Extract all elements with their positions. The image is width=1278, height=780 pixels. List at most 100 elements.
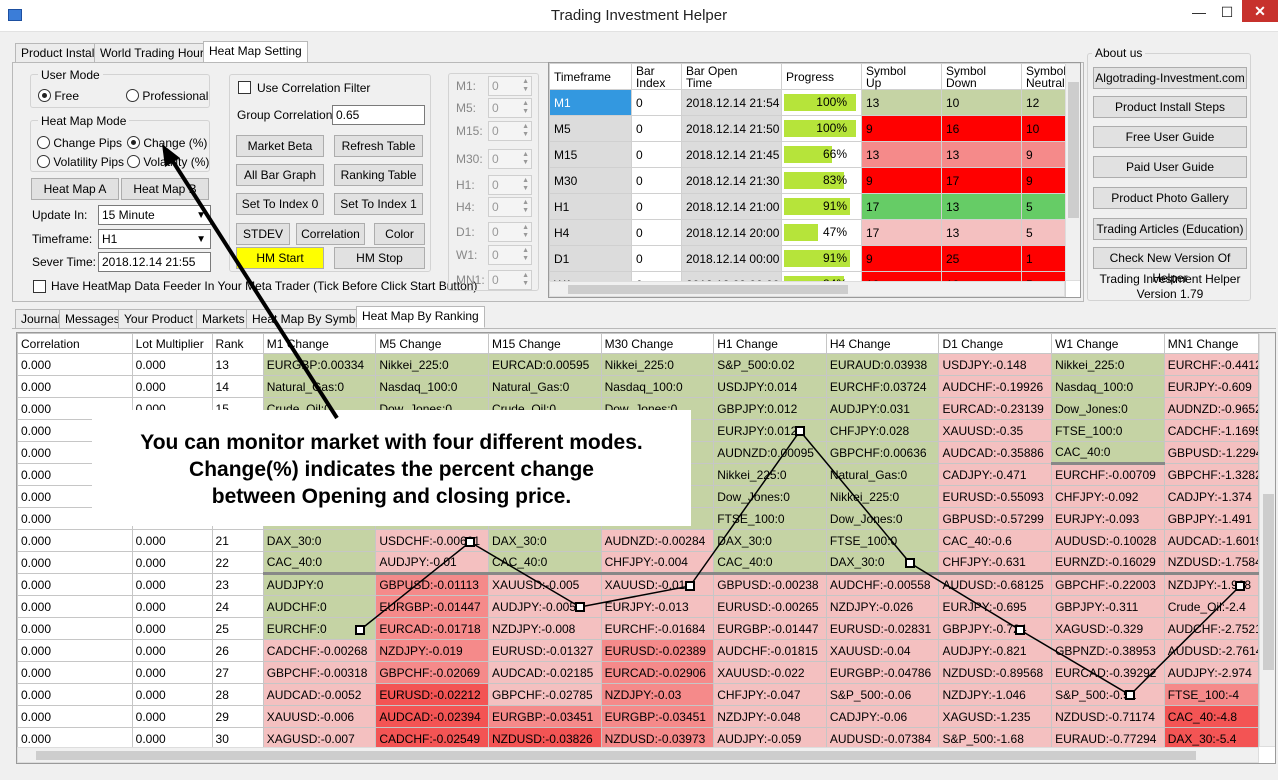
sever-time-field[interactable]: 2018.12.14 21:55 bbox=[98, 252, 211, 272]
bar-index-spinner[interactable]: 0 ▲ ▼ bbox=[488, 270, 532, 290]
set-index-1-button[interactable]: Set To Index 1 bbox=[334, 193, 423, 215]
hm-header-cell[interactable]: M5 Change bbox=[375, 333, 489, 354]
bottom-tab[interactable]: Your Product bbox=[118, 309, 199, 329]
hm-row[interactable]: 0.000 0.000 13 EURGBP:0.00334 Nikkei_225:0 EU… bbox=[17, 353, 1260, 376]
color-button[interactable]: Color bbox=[374, 223, 425, 245]
hm-row[interactable]: 0.000 0.000 27 GBPCHF:-0.00318 GBPCHF:-0.020… bbox=[17, 661, 1260, 684]
hm-row[interactable]: 0.000 0.000 24 AUDCHF:0 EURGBP:-0.01447 AUDJP… bbox=[17, 595, 1260, 618]
about-link-button[interactable]: Trading Articles (Education) bbox=[1093, 218, 1247, 240]
hm-row[interactable]: 0.000 0.000 23 AUDJPY:0 GBPUSD:-0.01113 XAUUS… bbox=[17, 573, 1260, 596]
tf-header-cell[interactable]: Bar Open Time bbox=[681, 63, 782, 90]
stdev-button[interactable]: STDEV bbox=[236, 223, 290, 245]
bottom-tab[interactable]: Messages bbox=[59, 309, 126, 329]
volatility-pct-radio[interactable]: Volatility (%) bbox=[127, 155, 209, 169]
about-link-button[interactable]: Algotrading-Investment.com bbox=[1093, 67, 1247, 89]
maximize-button[interactable]: ☐ bbox=[1213, 0, 1241, 25]
bar-index-spinner[interactable]: 0 ▲ ▼ bbox=[488, 98, 532, 118]
hm-start-button[interactable]: HM Start bbox=[236, 247, 324, 269]
bar-index-spinner[interactable]: 0 ▲ ▼ bbox=[488, 222, 532, 242]
hm-row[interactable]: 0.000 0.000 22 CAC_40:0 AUDJPY:-0.01 CAC_40:0… bbox=[17, 551, 1260, 575]
use-correlation-checkbox[interactable] bbox=[238, 81, 251, 94]
scrollbar-thumb[interactable] bbox=[568, 285, 848, 294]
bar-index-spinner[interactable]: 0 ▲ ▼ bbox=[488, 149, 532, 169]
hm-header-cell[interactable]: M1 Change bbox=[262, 333, 377, 354]
tf-row[interactable]: M5 0 2018.12.14 21:50 100% 9 16 10 bbox=[549, 115, 1066, 142]
about-link-button[interactable]: Check New Version Of Helper bbox=[1093, 247, 1247, 285]
tf-header-cell[interactable]: Symbol Neutral bbox=[1021, 63, 1066, 90]
volatility-pips-radio[interactable]: Volatility Pips bbox=[37, 155, 124, 169]
scrollbar-thumb[interactable] bbox=[1068, 82, 1079, 218]
tf-row[interactable]: D1 0 2018.12.14 00:00 91% 9 25 1 bbox=[549, 245, 1066, 272]
hm-header-cell[interactable]: Lot Multiplier bbox=[131, 333, 213, 354]
hm-cell-change: AUDCAD:-0.02185 bbox=[487, 661, 602, 684]
hm-header-cell[interactable]: W1 Change bbox=[1051, 333, 1165, 354]
tf-header-cell[interactable]: Symbol Up bbox=[861, 63, 942, 90]
hm-header-cell[interactable]: D1 Change bbox=[938, 333, 1053, 354]
bar-index-spinner[interactable]: 0 ▲ ▼ bbox=[488, 175, 532, 195]
tf-header-cell[interactable]: Symbol Down bbox=[941, 63, 1022, 90]
hm-header-cell[interactable]: M15 Change bbox=[487, 333, 602, 354]
set-index-0-button[interactable]: Set To Index 0 bbox=[236, 193, 324, 215]
change-pips-radio[interactable]: Change Pips bbox=[37, 136, 122, 150]
hm-row[interactable]: 0.000 0.000 26 CADCHF:-0.00268 NZDJPY:-0.019… bbox=[17, 639, 1260, 662]
hm-row[interactable]: 0.000 0.000 28 AUDCAD:-0.0052 EURUSD:-0.0221… bbox=[17, 683, 1260, 706]
vertical-scrollbar[interactable] bbox=[1259, 333, 1275, 747]
update-select[interactable]: 15 Minute ▼ bbox=[98, 205, 211, 225]
tf-header-cell[interactable]: Progress bbox=[781, 63, 862, 90]
professional-radio[interactable]: Professional bbox=[126, 89, 208, 103]
bottom-tab[interactable]: Heat Map By Symbol bbox=[246, 309, 371, 329]
about-link-button[interactable]: Free User Guide bbox=[1093, 126, 1247, 148]
horizontal-scrollbar[interactable] bbox=[17, 747, 1259, 763]
about-link-button[interactable]: Product Install Steps bbox=[1093, 96, 1247, 118]
hm-header-cell[interactable]: Rank bbox=[211, 333, 264, 354]
correlation-button[interactable]: Correlation bbox=[296, 223, 365, 245]
scrollbar-thumb[interactable] bbox=[1263, 494, 1274, 670]
close-button[interactable]: ✕ bbox=[1242, 0, 1278, 22]
bottom-tab[interactable]: Heat Map By Ranking bbox=[356, 306, 485, 328]
hm-row[interactable]: 0.000 0.000 29 XAUUSD:-0.006 AUDCAD:-0.02394… bbox=[17, 705, 1260, 728]
heat-map-b-button[interactable]: Heat Map B bbox=[121, 178, 209, 200]
refresh-table-button[interactable]: Refresh Table bbox=[334, 135, 423, 157]
change-pct-radio[interactable]: Change (%) bbox=[127, 136, 207, 150]
hm-header-cell[interactable]: H4 Change bbox=[825, 333, 940, 354]
tf-row[interactable]: H1 0 2018.12.14 21:00 91% 17 13 5 bbox=[549, 193, 1066, 220]
timeframe-select[interactable]: H1 ▼ bbox=[98, 229, 211, 249]
hm-header-cell[interactable]: M30 Change bbox=[600, 333, 715, 354]
tab-world-trading-hours[interactable]: World Trading Hours bbox=[94, 43, 216, 63]
tf-row[interactable]: M30 0 2018.12.14 21:30 83% 9 17 9 bbox=[549, 167, 1066, 194]
about-link-button[interactable]: Paid User Guide bbox=[1093, 156, 1247, 178]
tf-header-cell[interactable]: Timeframe bbox=[549, 63, 632, 90]
ranking-table-button[interactable]: Ranking Table bbox=[334, 164, 423, 186]
hm-stop-button[interactable]: HM Stop bbox=[334, 247, 425, 269]
about-link-button[interactable]: Product Photo Gallery bbox=[1093, 187, 1247, 209]
horizontal-scrollbar[interactable] bbox=[549, 281, 1065, 297]
hm-row[interactable]: 0.000 0.000 14 Natural_Gas:0 Nasdaq_100:0 Nat… bbox=[17, 375, 1260, 398]
hm-header-cell[interactable]: Correlation bbox=[17, 333, 133, 354]
group-correlation-input[interactable]: 0.65 bbox=[332, 105, 425, 125]
tf-row[interactable]: M1 0 2018.12.14 21:54 100% 13 10 12 bbox=[549, 89, 1066, 116]
bar-index-spinner[interactable]: 0 ▲ ▼ bbox=[488, 245, 532, 265]
scrollbar-thumb[interactable] bbox=[36, 751, 1196, 760]
free-radio[interactable]: Free bbox=[38, 89, 79, 103]
spinner-value: 0 bbox=[492, 124, 499, 138]
tab-heat-map-setting[interactable]: Heat Map Setting bbox=[203, 41, 308, 63]
hm-header-cell[interactable]: H1 Change bbox=[713, 333, 827, 354]
hm-header-cell[interactable]: MN1 Change bbox=[1163, 333, 1260, 354]
all-bar-graph-button[interactable]: All Bar Graph bbox=[236, 164, 324, 186]
bottom-tab[interactable]: Markets bbox=[196, 309, 251, 329]
bar-index-spinner[interactable]: 0 ▲ ▼ bbox=[488, 197, 532, 217]
vertical-scrollbar[interactable] bbox=[1065, 63, 1080, 281]
tab-product-install[interactable]: Product Install bbox=[15, 43, 104, 63]
hm-cell-change: AUDCHF:-2.75217 bbox=[1163, 617, 1260, 640]
heat-map-a-button[interactable]: Heat Map A bbox=[31, 178, 119, 200]
tf-row[interactable]: M15 0 2018.12.14 21:45 66% 13 13 9 bbox=[549, 141, 1066, 168]
minimize-button[interactable]: — bbox=[1185, 0, 1213, 25]
bar-index-spinner[interactable]: 0 ▲ ▼ bbox=[488, 121, 532, 141]
bar-index-spinner[interactable]: 0 ▲ ▼ bbox=[488, 76, 532, 96]
market-beta-button[interactable]: Market Beta bbox=[236, 135, 324, 157]
feeder-checkbox[interactable] bbox=[33, 280, 46, 293]
tf-row[interactable]: H4 0 2018.12.14 20:00 47% 17 13 5 bbox=[549, 219, 1066, 246]
hm-row[interactable]: 0.000 0.000 25 EURCHF:0 EURCAD:-0.01718 NZDJP… bbox=[17, 617, 1260, 640]
hm-row[interactable]: 0.000 0.000 21 DAX_30:0 USDCHF:-0.00601 DAX_3… bbox=[17, 529, 1260, 552]
tf-header-cell[interactable]: Bar Index bbox=[631, 63, 682, 90]
